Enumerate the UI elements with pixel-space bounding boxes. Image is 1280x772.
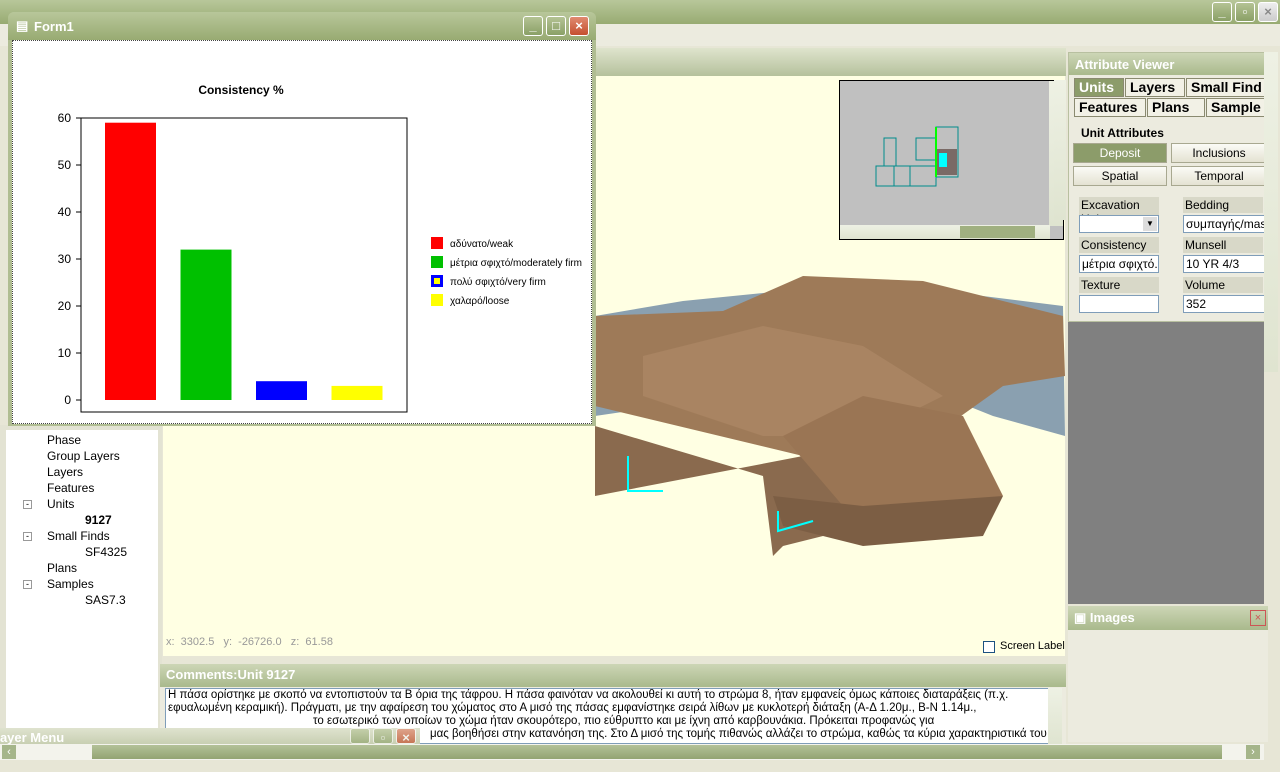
scroll-left-button[interactable]: ‹ bbox=[2, 745, 16, 759]
texture-label: Texture bbox=[1079, 277, 1159, 293]
tree-item-units[interactable]: Units bbox=[47, 497, 74, 511]
comment-line: το εσωτερικό των οποίων το χώμα ήταν σκο… bbox=[313, 715, 935, 727]
main-minimize-button[interactable]: _ bbox=[1212, 2, 1232, 22]
comments-scrollbar[interactable] bbox=[1048, 688, 1062, 744]
images-icon: ▣ bbox=[1074, 610, 1090, 625]
bedding-field[interactable]: συμπαγής/mas bbox=[1183, 215, 1265, 233]
legend-swatch-2 bbox=[431, 256, 443, 268]
bedding-label: Bedding bbox=[1183, 197, 1263, 213]
tab-units[interactable]: Units bbox=[1074, 78, 1124, 97]
tab-features[interactable]: Features bbox=[1074, 98, 1146, 117]
temporal-button[interactable]: Temporal bbox=[1171, 166, 1267, 186]
consistency-field[interactable]: μέτρια σφιχτό. bbox=[1079, 255, 1159, 273]
y-tick-label: 40 bbox=[58, 205, 72, 219]
tree-item-layers[interactable]: Layers bbox=[47, 465, 83, 479]
attribute-viewer-title: Attribute Viewer bbox=[1069, 53, 1267, 75]
tree-item-phase[interactable]: Phase bbox=[47, 433, 81, 447]
tab-layers[interactable]: Layers bbox=[1125, 78, 1185, 97]
legend-label-2: μέτρια σφιχτό/moderately firm bbox=[450, 257, 582, 269]
tree-collapse-icon[interactable]: - bbox=[23, 500, 32, 509]
bar-3 bbox=[256, 381, 307, 400]
comment-line: Η πάσα ορίστηκε με σκοπό να εντοπιστούν … bbox=[168, 689, 1009, 701]
legend-swatch-1 bbox=[431, 237, 443, 249]
main-close-button[interactable]: × bbox=[1258, 2, 1278, 22]
y-tick-label: 20 bbox=[58, 299, 72, 313]
viewer-scrollbar-vertical[interactable] bbox=[1054, 80, 1066, 220]
deposit-button[interactable]: Deposit bbox=[1073, 143, 1167, 163]
screen-label-text: Screen Label bbox=[1000, 640, 1065, 652]
legend-label-3: πολύ σφιχτό/very firm bbox=[450, 276, 546, 288]
layer-menu-title: Layer Menu bbox=[0, 730, 65, 744]
y-tick-label: 30 bbox=[58, 252, 72, 266]
y-tick-label: 10 bbox=[58, 346, 72, 360]
minimap-scrollbar-horizontal[interactable] bbox=[840, 225, 1050, 239]
tree-item-sf4325[interactable]: SF4325 bbox=[85, 545, 127, 559]
tree-item-sas7-3[interactable]: SAS7.3 bbox=[85, 593, 126, 607]
layer-menu-window[interactable]: Layer Menu _ ▫ × bbox=[0, 728, 420, 744]
minimap-plan bbox=[875, 126, 959, 187]
right-gray-area bbox=[1068, 322, 1264, 604]
layer-menu-maximize[interactable]: ▫ bbox=[373, 728, 393, 744]
tree-collapse-icon[interactable]: - bbox=[23, 580, 32, 589]
legend-swatch-4 bbox=[431, 294, 443, 306]
images-close-button[interactable]: × bbox=[1250, 610, 1266, 626]
chart-area: Consistency % 0 10 20 30 40 50 60 αδύνατο/weak μέ… bbox=[12, 40, 592, 424]
unit-attributes-group-label: Unit Attributes bbox=[1081, 126, 1164, 140]
attribute-scrollbar[interactable] bbox=[1264, 52, 1278, 372]
attribute-viewer: Attribute Viewer Units Layers Small Find… bbox=[1068, 52, 1268, 322]
images-panel: ▣ Images × bbox=[1068, 606, 1268, 742]
comments-title: Comments:Unit 9127 bbox=[160, 664, 1066, 687]
form1-window: ▤ Form1 _ □ × Consistency % 0 10 20 30 40 50 60… bbox=[8, 12, 596, 426]
tab-plans[interactable]: Plans bbox=[1147, 98, 1205, 117]
inclusions-button[interactable]: Inclusions bbox=[1171, 143, 1267, 163]
screen-label-checkbox[interactable] bbox=[983, 641, 995, 653]
layer-menu-minimize[interactable]: _ bbox=[350, 728, 370, 744]
consistency-label: Consistency bbox=[1079, 237, 1159, 253]
y-tick-label: 0 bbox=[64, 393, 71, 407]
volume-label: Volume bbox=[1183, 277, 1263, 293]
legend-label-4: χαλαρό/loose bbox=[450, 295, 510, 307]
tree-item-group-layers[interactable]: Group Layers bbox=[47, 449, 120, 463]
bar-4 bbox=[331, 385, 383, 400]
comment-line: εφυαλωμένη κεραμική). Πράγματι, με την α… bbox=[168, 702, 977, 714]
layer-tree[interactable]: Phase Group Layers Layers Features - Uni… bbox=[6, 430, 158, 728]
texture-field[interactable] bbox=[1079, 295, 1159, 313]
volume-field[interactable]: 352 bbox=[1183, 295, 1265, 313]
munsell-label: Munsell bbox=[1183, 237, 1263, 253]
tree-item-plans[interactable]: Plans bbox=[47, 561, 77, 575]
tab-samples[interactable]: Sample bbox=[1206, 98, 1266, 117]
coordinate-readout: x: 3302.5 y: -26726.0 z: 61.58 bbox=[166, 636, 333, 648]
tree-item-9127[interactable]: 9127 bbox=[85, 513, 112, 527]
layer-menu-close[interactable]: × bbox=[396, 728, 416, 744]
tree-item-small-finds[interactable]: Small Finds bbox=[47, 529, 110, 543]
y-tick-label: 50 bbox=[58, 158, 72, 172]
tree-collapse-icon[interactable]: - bbox=[23, 532, 32, 541]
bar-2 bbox=[180, 249, 232, 400]
main-horizontal-scrollbar[interactable]: ‹ › bbox=[0, 744, 1264, 760]
bar-1 bbox=[105, 122, 156, 400]
legend-label-1: αδύνατο/weak bbox=[450, 238, 514, 250]
spatial-button[interactable]: Spatial bbox=[1073, 166, 1167, 186]
y-tick-label: 60 bbox=[58, 111, 72, 125]
scroll-thumb[interactable] bbox=[92, 745, 1222, 759]
tree-item-features[interactable]: Features bbox=[47, 481, 94, 495]
images-title: ▣ Images bbox=[1068, 606, 1268, 630]
tree-item-samples[interactable]: Samples bbox=[47, 577, 94, 591]
tab-small-finds[interactable]: Small Find bbox=[1186, 78, 1266, 97]
minimap[interactable] bbox=[839, 80, 1064, 240]
images-title-text: Images bbox=[1089, 610, 1135, 625]
consistency-chart: Consistency % 0 10 20 30 40 50 60 αδύνατο/weak μέ… bbox=[58, 83, 582, 413]
chart-title: Consistency % bbox=[198, 83, 284, 97]
scroll-right-button[interactable]: › bbox=[1246, 745, 1260, 759]
legend-swatch-inner bbox=[434, 278, 440, 284]
munsell-field[interactable]: 10 YR 4/3 bbox=[1183, 255, 1265, 273]
chevron-down-icon[interactable]: ▼ bbox=[1143, 217, 1157, 231]
main-restore-button[interactable]: ▫ bbox=[1235, 2, 1255, 22]
